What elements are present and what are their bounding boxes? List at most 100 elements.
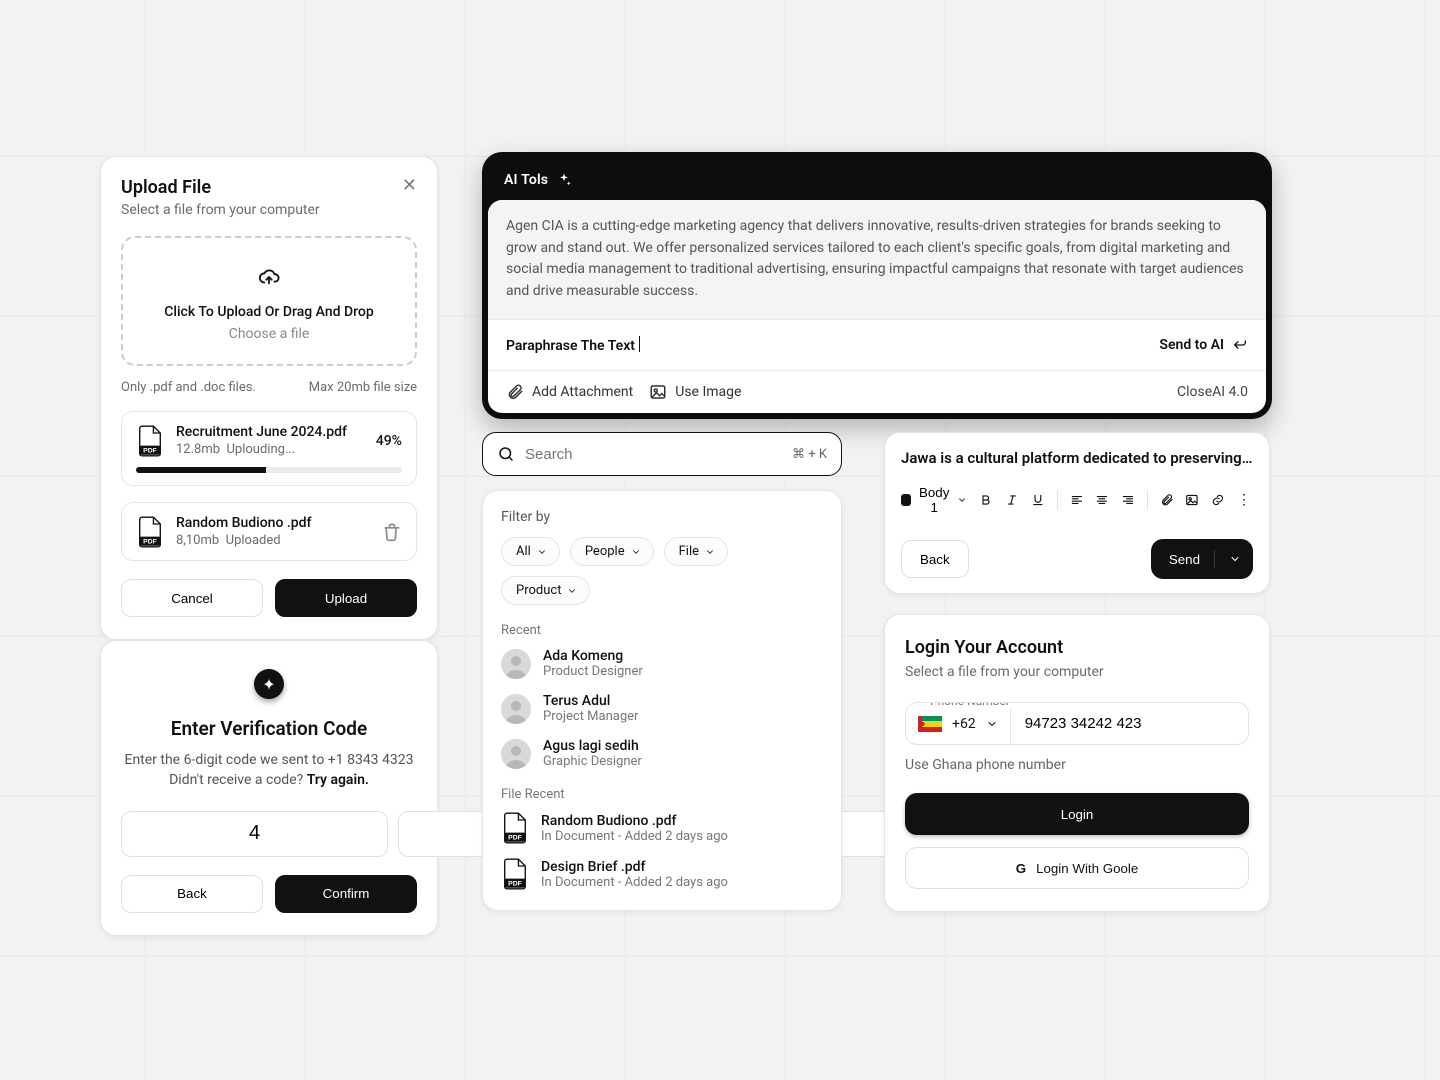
verification-card: ✦ Enter Verification Code Enter the 6-di… bbox=[100, 640, 438, 936]
editor-card: Jawa is a cultural platform dedicated to… bbox=[884, 432, 1270, 594]
file-name: Random Budiono .pdf bbox=[176, 515, 312, 531]
sparkle-icon bbox=[556, 172, 572, 188]
chevron-down-icon bbox=[1229, 553, 1241, 565]
cloud-upload-icon bbox=[258, 266, 280, 288]
recent-label: Recent bbox=[501, 623, 823, 638]
align-right-icon[interactable] bbox=[1121, 491, 1135, 509]
phone-hint: Use Ghana phone number bbox=[905, 757, 1249, 773]
search-input[interactable] bbox=[525, 446, 782, 463]
file-uploaded: Random Budiono .pdf 8,10mb Uploaded bbox=[121, 502, 417, 561]
chevron-down-icon bbox=[957, 494, 967, 506]
login-subtitle: Select a file from your computer bbox=[905, 664, 1249, 680]
editor-toolbar: Body 1 ⋮ bbox=[901, 485, 1253, 515]
pdf-icon bbox=[136, 516, 164, 548]
confirm-button[interactable]: Confirm bbox=[275, 875, 417, 913]
login-title: Login Your Account bbox=[905, 637, 1249, 658]
recent-person-row[interactable]: Ada KomengProduct Designer bbox=[501, 648, 823, 679]
upload-hint-size: Max 20mb file size bbox=[309, 380, 417, 395]
upload-progress-percent: 49% bbox=[376, 433, 402, 449]
upload-file-card: Upload File Select a file from your comp… bbox=[100, 156, 438, 640]
upload-title: Upload File bbox=[121, 177, 320, 198]
file-name: Recruitment June 2024.pdf bbox=[176, 424, 347, 440]
upload-hint-types: Only .pdf and .doc files. bbox=[121, 380, 256, 395]
upload-subtitle: Select a file from your computer bbox=[121, 202, 320, 218]
send-to-ai-button[interactable]: Send to AI bbox=[1159, 337, 1248, 353]
avatar bbox=[501, 739, 531, 769]
ai-prompt-input[interactable]: Paraphrase The Text bbox=[506, 336, 640, 354]
more-icon[interactable]: ⋮ bbox=[1237, 492, 1253, 508]
chevron-down-icon bbox=[567, 586, 577, 596]
enter-icon bbox=[1232, 337, 1248, 353]
dropzone-main-text: Click To Upload Or Drag And Drop bbox=[135, 304, 403, 320]
login-card: Login Your Account Select a file from yo… bbox=[884, 614, 1270, 912]
filter-chip-all[interactable]: All bbox=[501, 537, 560, 566]
filter-chip-product[interactable]: Product bbox=[501, 576, 590, 605]
trash-icon[interactable] bbox=[382, 522, 402, 542]
phone-field-label: Phone Number bbox=[924, 702, 1016, 708]
align-center-icon[interactable] bbox=[1095, 491, 1109, 509]
file-recent-label: File Recent bbox=[501, 787, 823, 802]
login-button[interactable]: Login bbox=[905, 793, 1249, 835]
add-attachment-button[interactable]: Add Attachment bbox=[506, 383, 633, 401]
paperclip-icon bbox=[506, 383, 524, 401]
ai-header: AI Tols bbox=[504, 172, 548, 188]
image-icon bbox=[649, 383, 667, 401]
chevron-down-icon bbox=[537, 547, 547, 557]
attachment-icon[interactable] bbox=[1160, 491, 1174, 509]
text-color-swatch bbox=[901, 494, 911, 506]
chevron-down-icon bbox=[986, 718, 998, 730]
pdf-icon bbox=[501, 858, 529, 890]
recent-file-row[interactable]: Design Brief .pdfIn Document - Added 2 d… bbox=[501, 858, 823, 890]
upload-dropzone[interactable]: Click To Upload Or Drag And Drop Choose … bbox=[121, 236, 417, 366]
login-google-button[interactable]: G Login With Goole bbox=[905, 847, 1249, 889]
filter-chip-people[interactable]: People bbox=[570, 537, 654, 566]
flag-icon bbox=[918, 716, 942, 732]
editor-back-button[interactable]: Back bbox=[901, 540, 969, 578]
filter-chip-file[interactable]: File bbox=[664, 537, 728, 566]
recent-person-row[interactable]: Agus lagi sedihGraphic Designer bbox=[501, 738, 823, 769]
file-uploading: Recruitment June 2024.pdf 12.8mb Uploudi… bbox=[121, 411, 417, 486]
brand-icon: ✦ bbox=[254, 669, 284, 699]
back-button[interactable]: Back bbox=[121, 875, 263, 913]
progress-bar bbox=[136, 467, 402, 473]
editor-text[interactable]: Jawa is a cultural platform dedicated to… bbox=[901, 449, 1253, 467]
ai-context-text: Agen CIA is a cutting-edge marketing age… bbox=[488, 200, 1266, 320]
avatar bbox=[501, 649, 531, 679]
recent-file-row[interactable]: Random Budiono .pdfIn Document - Added 2… bbox=[501, 812, 823, 844]
dropzone-sub-text: Choose a file bbox=[135, 326, 403, 342]
resend-code-link[interactable]: Try again. bbox=[307, 772, 369, 788]
filter-label: Filter by bbox=[501, 509, 823, 525]
ai-tools-card: AI Tols Agen CIA is a cutting-edge marke… bbox=[482, 152, 1272, 419]
editor-send-button[interactable]: Send bbox=[1151, 539, 1253, 579]
text-style-select[interactable]: Body 1 bbox=[901, 485, 967, 515]
verify-subtitle: Enter the 6-digit code we sent to +1 834… bbox=[121, 750, 417, 791]
search-palette: ⌘ + K Filter by All People File Product … bbox=[482, 432, 842, 911]
verify-title: Enter Verification Code bbox=[121, 717, 417, 740]
recent-person-row[interactable]: Terus AdulProject Manager bbox=[501, 693, 823, 724]
chevron-down-icon bbox=[631, 547, 641, 557]
align-left-icon[interactable] bbox=[1070, 491, 1084, 509]
avatar bbox=[501, 694, 531, 724]
chevron-down-icon bbox=[705, 547, 715, 557]
italic-icon[interactable] bbox=[1005, 491, 1019, 509]
file-meta: 8,10mb Uploaded bbox=[176, 533, 312, 548]
pdf-icon bbox=[136, 425, 164, 457]
close-icon[interactable]: ✕ bbox=[402, 177, 417, 195]
bold-icon[interactable] bbox=[979, 491, 993, 509]
link-icon[interactable] bbox=[1211, 491, 1225, 509]
file-meta: 12.8mb Uplouding... bbox=[176, 442, 347, 457]
shortcut-hint: ⌘ + K bbox=[792, 447, 827, 462]
country-code-select[interactable]: +62 bbox=[906, 703, 1011, 744]
code-digit-1[interactable] bbox=[121, 811, 388, 857]
search-icon bbox=[497, 445, 515, 463]
model-label: CloseAI 4.0 bbox=[1177, 384, 1248, 400]
image-icon[interactable] bbox=[1185, 491, 1199, 509]
cancel-button[interactable]: Cancel bbox=[121, 579, 263, 617]
upload-button[interactable]: Upload bbox=[275, 579, 417, 617]
phone-input[interactable] bbox=[1011, 703, 1248, 744]
use-image-button[interactable]: Use Image bbox=[649, 383, 741, 401]
search-input-container[interactable]: ⌘ + K bbox=[482, 432, 842, 476]
pdf-icon bbox=[501, 812, 529, 844]
google-icon: G bbox=[1016, 861, 1026, 876]
underline-icon[interactable] bbox=[1031, 491, 1045, 509]
